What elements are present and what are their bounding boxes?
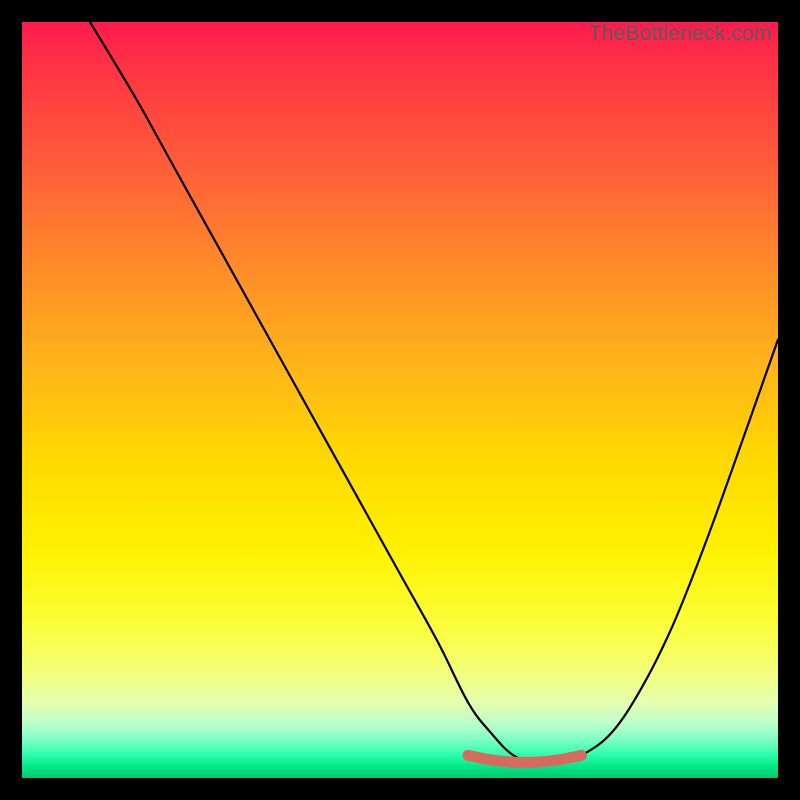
chart-frame: TheBottleneck.com [22,22,778,778]
optimal-range-marker [468,755,581,762]
chart-svg [22,22,778,778]
watermark-text: TheBottleneck.com [589,22,772,46]
bottleneck-curve [90,22,778,764]
